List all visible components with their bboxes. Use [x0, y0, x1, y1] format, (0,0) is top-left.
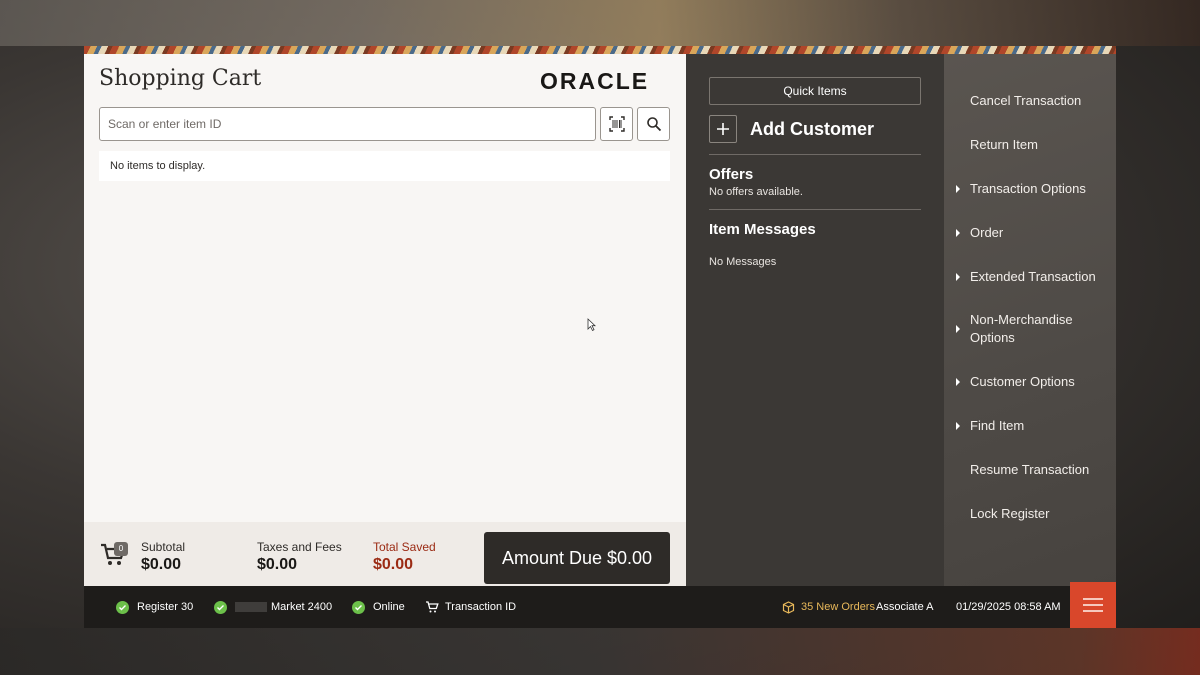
- menu-item-label: Return Item: [970, 137, 1038, 152]
- check-circle-icon: [352, 600, 365, 614]
- cart-icon: [426, 601, 439, 613]
- new-orders-label: 35 New Orders: [801, 601, 875, 613]
- divider: [709, 154, 921, 155]
- subtotal-label: Subtotal: [141, 540, 186, 554]
- subtotal-value: $0.00: [141, 556, 182, 573]
- actions-menu: Cancel Transaction Return Item Transacti…: [944, 54, 1116, 586]
- quick-items-button[interactable]: Quick Items: [709, 77, 921, 105]
- cart-count-badge: 0: [114, 542, 128, 556]
- menu-item-label: Customer Options: [970, 374, 1075, 389]
- menu-extended-transaction[interactable]: Extended Transaction: [944, 268, 1116, 286]
- menu-non-merchandise-options[interactable]: Non-Merchandise Options: [944, 311, 1094, 347]
- add-customer-button[interactable]: Add Customer: [709, 115, 874, 143]
- caret-right-icon: [956, 422, 960, 430]
- barcode-scan-icon: [608, 116, 625, 132]
- cart-panel: Shopping Cart ORACLE No items to display…: [84, 54, 686, 594]
- transaction-label: Transaction ID: [445, 601, 517, 613]
- hamburger-menu-button[interactable]: [1070, 582, 1116, 628]
- menu-resume-transaction[interactable]: Resume Transaction: [944, 461, 1116, 479]
- total-saved-value: $0.00: [373, 556, 414, 573]
- add-customer-label: Add Customer: [750, 118, 875, 139]
- caret-right-icon: [956, 273, 960, 281]
- taxes-label: Taxes and Fees: [257, 540, 342, 554]
- menu-item-label: Lock Register: [970, 506, 1050, 521]
- menu-cancel-transaction[interactable]: Cancel Transaction: [944, 92, 1116, 110]
- menu-lock-register[interactable]: Lock Register: [944, 505, 1116, 523]
- cart-empty-message: No items to display.: [99, 151, 670, 181]
- hamburger-icon: [1083, 598, 1103, 600]
- oracle-logo: ORACLE: [540, 68, 650, 94]
- menu-return-item[interactable]: Return Item: [944, 136, 1116, 154]
- offers-title: Offers: [709, 166, 754, 183]
- magnifier-icon: [646, 117, 661, 132]
- menu-item-label: Cancel Transaction: [970, 93, 1082, 108]
- subtotal: Subtotal $0.00: [141, 540, 185, 574]
- store-status: Market 2400: [214, 586, 332, 628]
- plus-icon: [709, 115, 737, 143]
- menu-item-label: Transaction Options: [970, 181, 1086, 196]
- total-saved-label: Total Saved: [373, 540, 436, 554]
- caret-right-icon: [956, 325, 960, 333]
- caret-right-icon: [956, 185, 960, 193]
- caret-right-icon: [956, 378, 960, 386]
- caret-right-icon: [956, 229, 960, 237]
- menu-item-label: Find Item: [970, 418, 1025, 433]
- menu-customer-options[interactable]: Customer Options: [944, 373, 1116, 391]
- taxes: Taxes and Fees $0.00: [257, 540, 342, 574]
- scan-button[interactable]: [600, 107, 633, 141]
- register-label: Register 30: [137, 601, 194, 613]
- menu-item-label: Resume Transaction: [970, 462, 1090, 477]
- hamburger-icon-line: [1083, 610, 1103, 612]
- totals-bar: 0 Subtotal $0.00 Taxes and Fees $0.00 To…: [84, 522, 686, 594]
- connection-label: Online: [373, 601, 405, 613]
- check-circle-icon: [116, 600, 129, 614]
- pos-window: Shopping Cart ORACLE No items to display…: [84, 46, 1116, 628]
- new-orders-link[interactable]: 35 New Orders: [782, 586, 875, 628]
- status-bar: Register 30 Market 2400 Online Transacti…: [84, 582, 1116, 628]
- menu-transaction-options[interactable]: Transaction Options: [944, 180, 1116, 198]
- amount-due-button[interactable]: Amount Due $0.00: [484, 532, 670, 584]
- check-circle-icon: [214, 600, 227, 614]
- register-status: Register 30: [116, 586, 193, 628]
- menu-order[interactable]: Order: [944, 224, 1116, 242]
- hamburger-icon-line: [1083, 604, 1103, 606]
- connection-status: Online: [352, 586, 405, 628]
- datetime-label: 01/29/2025 08:58 AM: [956, 601, 1061, 613]
- item-messages-text: No Messages: [709, 256, 777, 268]
- item-messages-title: Item Messages: [709, 221, 816, 238]
- redacted-block: [235, 602, 267, 612]
- background-blur-top: [0, 0, 1200, 46]
- menu-find-item[interactable]: Find Item: [944, 417, 1116, 435]
- mouse-cursor-icon: [587, 318, 596, 332]
- decorative-banner: [84, 46, 1116, 54]
- taxes-value: $0.00: [257, 556, 298, 573]
- package-icon: [782, 600, 795, 614]
- menu-item-label: Order: [970, 225, 1004, 240]
- menu-item-label: Non-Merchandise Options: [970, 312, 1073, 345]
- customer-panel: Quick Items Add Customer Offers No offer…: [686, 54, 944, 586]
- divider: [709, 209, 921, 210]
- total-saved: Total Saved $0.00: [373, 540, 436, 574]
- page-title: Shopping Cart: [99, 66, 262, 91]
- transaction-status: Transaction ID: [425, 586, 516, 628]
- search-button[interactable]: [637, 107, 670, 141]
- offers-text: No offers available.: [709, 186, 803, 198]
- associate-label: Associate A: [876, 601, 934, 613]
- menu-item-label: Extended Transaction: [970, 269, 1096, 284]
- item-search-input[interactable]: [99, 107, 596, 141]
- background-blur-bottom: [0, 628, 1200, 675]
- store-label: Market 2400: [271, 601, 333, 613]
